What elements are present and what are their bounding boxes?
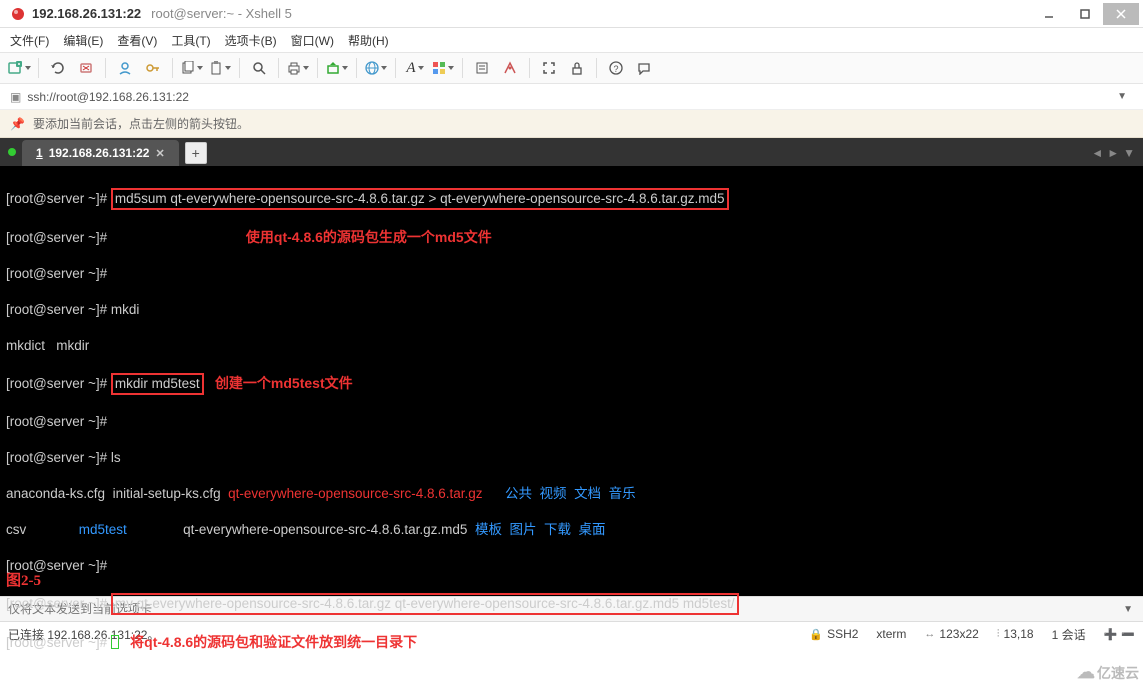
- connection-status-icon: [8, 148, 16, 156]
- hint-bar: 📌 要添加当前会话，点击左侧的箭头按钮。: [0, 110, 1143, 138]
- address-bar[interactable]: ▣ ssh://root@192.168.26.131:22 ▼: [0, 84, 1143, 110]
- bookmark-icon[interactable]: ▣: [10, 90, 21, 104]
- menu-tabs[interactable]: 选项卡(B): [225, 32, 277, 49]
- maximize-button[interactable]: [1067, 3, 1103, 25]
- toolbar: A ?: [0, 52, 1143, 84]
- figure-label: 图2-5: [6, 572, 41, 590]
- close-button[interactable]: [1103, 3, 1139, 25]
- language-button[interactable]: [363, 55, 389, 81]
- help-button[interactable]: ?: [603, 55, 629, 81]
- title-bar: 192.168.26.131:22 root@server:~ - Xshell…: [0, 0, 1143, 28]
- cmd-mkdir: mkdir md5test: [111, 373, 204, 395]
- terminal[interactable]: [root@server ~]# md5sum qt-everywhere-op…: [0, 166, 1143, 596]
- menu-edit[interactable]: 编辑(E): [63, 32, 103, 49]
- cmd-md5sum: md5sum qt-everywhere-opensource-src-4.8.…: [111, 188, 729, 210]
- print-button[interactable]: [285, 55, 311, 81]
- tab-bar: 1 192.168.26.131:22 ✕ + ◄ ► ▼: [0, 138, 1143, 166]
- tab-nav: ◄ ► ▼: [1091, 146, 1139, 166]
- new-session-button[interactable]: [6, 55, 32, 81]
- menu-tools[interactable]: 工具(T): [171, 32, 210, 49]
- find-button[interactable]: [246, 55, 272, 81]
- cloud-icon: ☁: [1077, 662, 1095, 683]
- window-controls: [1031, 3, 1139, 25]
- menu-file[interactable]: 文件(F): [10, 32, 49, 49]
- annotation-md5sum: 使用qt-4.8.6的源码包生成一个md5文件: [246, 229, 492, 245]
- tab-next-icon[interactable]: ►: [1107, 146, 1119, 160]
- profile-button[interactable]: [112, 55, 138, 81]
- cmd-mv: mv qt-everywhere-opensource-src-4.8.6.ta…: [111, 593, 739, 615]
- file-transfer-button[interactable]: [324, 55, 350, 81]
- reconnect-button[interactable]: [45, 55, 71, 81]
- menu-bar: 文件(F) 编辑(E) 查看(V) 工具(T) 选项卡(B) 窗口(W) 帮助(…: [0, 28, 1143, 52]
- key-button[interactable]: [140, 55, 166, 81]
- fullscreen-button[interactable]: [536, 55, 562, 81]
- tab-number: 1: [36, 146, 43, 160]
- dropdown-icon[interactable]: ▼: [1111, 91, 1133, 102]
- font-button[interactable]: A: [402, 55, 428, 81]
- lock-button[interactable]: [564, 55, 590, 81]
- tab-active[interactable]: 1 192.168.26.131:22 ✕: [22, 140, 179, 166]
- paste-button[interactable]: [207, 55, 233, 81]
- chat-button[interactable]: [631, 55, 657, 81]
- menu-view[interactable]: 查看(V): [117, 32, 157, 49]
- app-icon: [10, 6, 26, 22]
- script-button[interactable]: [469, 55, 495, 81]
- new-tab-button[interactable]: +: [185, 142, 207, 164]
- hint-text: 要添加当前会话，点击左侧的箭头按钮。: [33, 115, 249, 132]
- tab-prev-icon[interactable]: ◄: [1091, 146, 1103, 160]
- menu-window[interactable]: 窗口(W): [291, 32, 334, 49]
- minimize-button[interactable]: [1031, 3, 1067, 25]
- tab-close-icon[interactable]: ✕: [155, 147, 164, 160]
- cmd-mkdi: mkdi: [111, 302, 140, 317]
- svg-text:?: ?: [613, 64, 618, 74]
- menu-help[interactable]: 帮助(H): [348, 32, 389, 49]
- title-address: 192.168.26.131:22: [32, 6, 141, 21]
- copy-button[interactable]: [179, 55, 205, 81]
- watermark: ☁ 亿速云: [1077, 662, 1139, 683]
- pin-icon[interactable]: 📌: [10, 117, 25, 131]
- tab-label: 192.168.26.131:22: [49, 146, 150, 160]
- address-url: ssh://root@192.168.26.131:22: [27, 90, 189, 104]
- annotation-mv: 将qt-4.8.6的源码包和验证文件放到统一目录下: [130, 634, 417, 650]
- completion-output: mkdict mkdir: [6, 338, 89, 353]
- xagent-button[interactable]: [497, 55, 523, 81]
- disconnect-button[interactable]: [73, 55, 99, 81]
- cursor: [111, 635, 119, 649]
- cmd-ls: ls: [111, 450, 121, 465]
- color-button[interactable]: [430, 55, 456, 81]
- title-subtitle: root@server:~ - Xshell 5: [151, 6, 292, 21]
- tab-list-icon[interactable]: ▼: [1123, 146, 1135, 160]
- annotation-mkdir: 创建一个md5test文件: [215, 375, 353, 391]
